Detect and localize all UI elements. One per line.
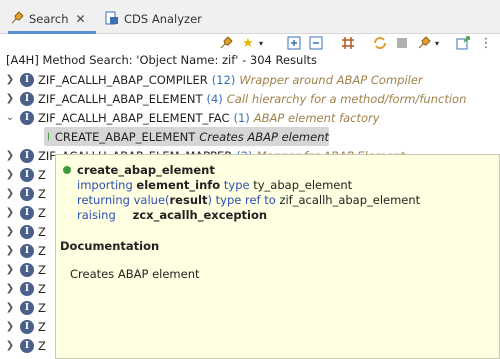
chevron-right-icon[interactable]: ❯ bbox=[5, 150, 15, 161]
tab-cds-analyzer-label: CDS Analyzer bbox=[124, 12, 202, 26]
tree-row-name: Z bbox=[38, 186, 46, 201]
importing-type: ty_abap_element bbox=[253, 178, 353, 192]
interface-icon: I bbox=[20, 110, 34, 125]
tree-row[interactable]: ❯ I ZIF_ACALLH_ABAP_COMPILER (12) Wrappe… bbox=[0, 70, 500, 89]
tree-row-name: Z bbox=[38, 319, 46, 334]
chevron-right-icon[interactable]: ❯ bbox=[5, 245, 15, 256]
tree-row-count: (12) bbox=[211, 72, 236, 87]
interface-icon: I bbox=[20, 300, 34, 315]
tree-row-selected[interactable]: CREATE_ABAP_ELEMENT Creates ABAP element bbox=[44, 127, 329, 146]
search-tab-icon bbox=[10, 10, 24, 28]
chevron-right-icon[interactable]: ❯ bbox=[5, 93, 15, 104]
tree-row-name: Z bbox=[38, 281, 46, 296]
cds-analyzer-icon bbox=[105, 11, 119, 28]
chevron-down-icon[interactable]: ▾ bbox=[256, 35, 266, 51]
chevron-right-icon[interactable]: ❯ bbox=[5, 207, 15, 218]
tree-row-name: Z bbox=[38, 338, 46, 353]
method-name: CREATE_ABAP_ELEMENT bbox=[54, 129, 196, 144]
search-summary: [A4H] Method Search: 'Object Name: zif' … bbox=[6, 53, 318, 67]
tree-row-name: Z bbox=[38, 300, 46, 315]
importing-keyword: importing bbox=[77, 178, 133, 192]
tree-row-count: (1) bbox=[233, 110, 250, 125]
interface-icon: I bbox=[20, 167, 34, 182]
tree-row-name: Z bbox=[38, 224, 46, 239]
raising-keyword: raising bbox=[77, 208, 116, 222]
chevron-right-icon[interactable]: ❯ bbox=[5, 302, 15, 313]
close-icon[interactable]: ✕ bbox=[76, 12, 86, 26]
chevron-right-icon[interactable]: ❯ bbox=[5, 74, 15, 85]
returning-param: result bbox=[169, 193, 208, 207]
documentation-text: Creates ABAP element bbox=[70, 267, 200, 281]
tree-row-desc: ABAP element factory bbox=[253, 110, 380, 125]
interface-icon: I bbox=[20, 91, 34, 106]
tree-row-name: Z bbox=[38, 262, 46, 277]
documentation-heading: Documentation bbox=[60, 239, 160, 253]
view-toolbar: ★ ▾ ▾ ⋮ bbox=[0, 34, 500, 52]
grid-icon[interactable] bbox=[340, 35, 356, 51]
interface-icon: I bbox=[20, 243, 34, 258]
type-ref-keyword: type ref to bbox=[215, 193, 276, 207]
tab-cds-analyzer[interactable]: CDS Analyzer bbox=[105, 8, 202, 30]
tree-row-name: Z bbox=[38, 243, 46, 258]
method-icon bbox=[63, 166, 71, 174]
interface-icon: I bbox=[20, 148, 34, 163]
filter-icon[interactable] bbox=[416, 35, 432, 51]
filter-dropdown-icon[interactable]: ▾ bbox=[432, 35, 442, 51]
signature-method-name: create_abap_element bbox=[77, 163, 215, 177]
pin-icon[interactable] bbox=[218, 35, 234, 51]
chevron-right-icon[interactable]: ❯ bbox=[5, 169, 15, 180]
signature-header: create_abap_element bbox=[63, 163, 420, 178]
signature-returning: returning value(result) type ref to zif_… bbox=[63, 193, 420, 208]
collapse-all-icon[interactable] bbox=[308, 35, 324, 51]
view-menu-icon[interactable]: ⋮ bbox=[478, 35, 494, 51]
interface-icon: I bbox=[20, 262, 34, 277]
chevron-right-icon[interactable]: ❯ bbox=[5, 188, 15, 199]
tree-row-desc: Call hierarchy for a method/form/functio… bbox=[226, 91, 467, 106]
tree-row[interactable]: ⌄ I ZIF_ACALLH_ABAP_ELEMENT_FAC (1) ABAP… bbox=[0, 108, 500, 127]
tree-row-name: Z bbox=[38, 205, 46, 220]
interface-icon: I bbox=[20, 319, 34, 334]
expand-all-icon[interactable] bbox=[286, 35, 302, 51]
interface-icon: I bbox=[20, 205, 34, 220]
chevron-right-icon[interactable]: ❯ bbox=[5, 264, 15, 275]
tree-row-name: ZIF_ACALLH_ABAP_COMPILER bbox=[38, 72, 208, 87]
star-icon[interactable]: ★ bbox=[240, 35, 256, 51]
interface-icon: I bbox=[20, 186, 34, 201]
method-icon bbox=[48, 132, 49, 141]
value-keyword: value( bbox=[133, 193, 170, 207]
signature-importing: importing element_info type ty_abap_elem… bbox=[63, 178, 420, 193]
tree-row[interactable]: ❯ I ZIF_ACALLH_ABAP_ELEMENT (4) Call hie… bbox=[0, 89, 500, 108]
tree-row-name: ZIF_ACALLH_ABAP_ELEMENT bbox=[38, 91, 203, 106]
returning-type: zif_acallh_abap_element bbox=[279, 193, 421, 207]
tab-search-label: Search bbox=[29, 12, 69, 26]
tree-row-name: ZIF_ACALLH_ABAP_ELEMENT_FAC bbox=[38, 110, 230, 125]
interface-icon: I bbox=[20, 224, 34, 239]
tree-row-desc: Wrapper around ABAP Compiler bbox=[239, 72, 423, 87]
raising-exception: zcx_acallh_exception bbox=[132, 208, 268, 222]
method-desc: Creates ABAP element bbox=[199, 129, 329, 144]
interface-icon: I bbox=[20, 72, 34, 87]
method-signature: create_abap_element importing element_in… bbox=[63, 163, 420, 223]
chevron-right-icon[interactable]: ❯ bbox=[5, 321, 15, 332]
chevron-right-icon[interactable]: ❯ bbox=[5, 340, 15, 351]
returning-keyword: returning bbox=[77, 193, 130, 207]
tree-row-count: (4) bbox=[206, 91, 223, 106]
chevron-right-icon[interactable]: ❯ bbox=[5, 226, 15, 237]
stop-icon[interactable] bbox=[394, 35, 410, 51]
interface-icon: I bbox=[20, 281, 34, 296]
view-tab-bar: Search ✕ CDS Analyzer bbox=[0, 0, 500, 34]
interface-icon: I bbox=[20, 338, 34, 353]
importing-param: element_info bbox=[136, 178, 221, 192]
tree-row-name: Z bbox=[38, 167, 46, 182]
value-close: ) bbox=[207, 193, 212, 207]
chevron-down-icon[interactable]: ⌄ bbox=[5, 112, 15, 123]
refresh-icon[interactable] bbox=[372, 35, 388, 51]
tab-search[interactable]: Search ✕ bbox=[10, 8, 86, 30]
signature-raising: raising zcx_acallh_exception bbox=[63, 208, 420, 223]
export-icon[interactable] bbox=[455, 35, 471, 51]
element-info-popup: create_abap_element importing element_in… bbox=[55, 154, 500, 359]
type-keyword: type bbox=[223, 178, 250, 192]
chevron-right-icon[interactable]: ❯ bbox=[5, 283, 15, 294]
